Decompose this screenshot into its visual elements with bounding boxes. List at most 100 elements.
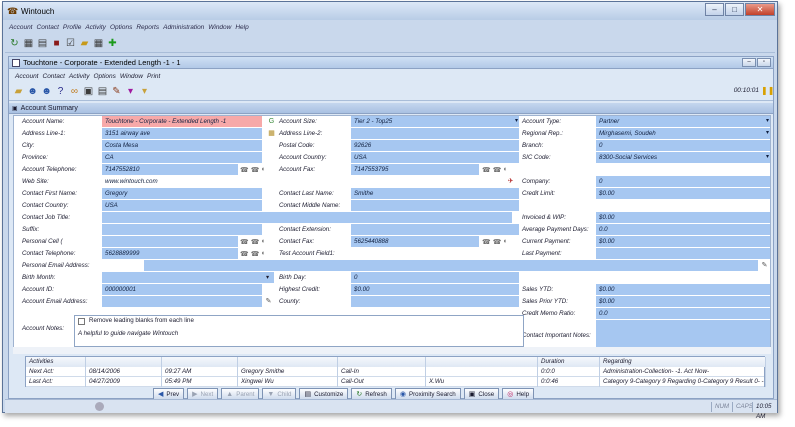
menu-account[interactable]: Account (15, 73, 39, 80)
account-notes-field[interactable]: Remove leading blanks from each line A h… (74, 315, 524, 347)
personal-email-field[interactable] (144, 260, 758, 271)
folder-icon[interactable]: ▰ (79, 38, 90, 49)
close-window-button[interactable]: ✕ (745, 3, 775, 16)
chevron-down-icon[interactable]: ▾ (766, 128, 769, 139)
phone-dial-icon[interactable]: ☎ (493, 238, 502, 246)
chevron-down-icon[interactable]: ▾ (515, 116, 518, 127)
title-bar[interactable]: ☎ Wintouch – □ ✕ (3, 2, 777, 20)
account-size-select[interactable]: Tier 2 - Top25 ▾ (351, 116, 519, 127)
branch-field[interactable]: 0 (596, 140, 770, 151)
table-icon[interactable]: ▦ (93, 38, 104, 49)
phone-icon[interactable]: ☎ (482, 166, 491, 174)
contact-telephone-field[interactable]: 5628889999 (102, 248, 238, 259)
email-icon[interactable]: ✎ (760, 261, 769, 270)
address-line1-field[interactable]: 3151 airway ave (102, 128, 262, 139)
add-icon[interactable]: ✚ (107, 38, 118, 49)
account-telephone-field[interactable]: 7147552810 (102, 164, 238, 175)
phone-icon[interactable]: ☎ (482, 238, 491, 246)
minimize-button[interactable]: – (705, 3, 724, 16)
phone-icon[interactable]: ☎ (240, 166, 249, 174)
phone-dial-icon[interactable]: ☎ (493, 166, 502, 174)
address-line2-field[interactable] (351, 128, 519, 139)
province-field[interactable]: CA (102, 152, 262, 163)
link-icon[interactable]: ∞ (69, 86, 80, 97)
speaker-icon[interactable]: ◐ (261, 238, 265, 245)
person-add-icon[interactable]: ☻ (41, 86, 52, 97)
last-payment-field[interactable] (596, 248, 770, 259)
contact-middle-name-field[interactable] (351, 200, 519, 211)
flag-icon[interactable]: ✈ (506, 177, 515, 186)
birth-day-field[interactable]: 0 (351, 272, 519, 283)
book-icon[interactable]: ■ (51, 38, 62, 49)
city-field[interactable]: Costa Mesa (102, 140, 262, 151)
menu-profile[interactable]: Profile (63, 24, 81, 31)
column-header[interactable]: Regarding (600, 357, 766, 367)
menu-reports[interactable]: Reports (136, 24, 159, 31)
menu-contact[interactable]: Contact (43, 73, 65, 80)
postal-code-field[interactable]: 92626 (351, 140, 519, 151)
account-summary-header[interactable]: ▣ Account Summary (9, 103, 773, 114)
account-notes-text[interactable]: A helpful to guide navigate Wintouch (78, 330, 178, 337)
column-header[interactable] (86, 357, 162, 367)
refresh-tool-icon[interactable]: ↻ (9, 38, 20, 49)
column-header[interactable]: Duration (538, 357, 600, 367)
account-id-field[interactable]: 000000001 (102, 284, 262, 295)
maximize-button[interactable]: □ (725, 3, 744, 16)
suffix-field[interactable] (102, 224, 262, 235)
sales-prior-ytd-field[interactable]: $0.00 (596, 296, 770, 307)
contact-job-title-field[interactable] (102, 212, 512, 223)
folder-dropdown-icon[interactable]: ▾ (139, 86, 150, 97)
column-header[interactable]: Activities (26, 357, 86, 367)
contact-extension-field[interactable] (351, 224, 519, 235)
account-fax-field[interactable]: 7147553795 (351, 164, 479, 175)
document-tool-icon[interactable]: ▤ (97, 86, 108, 97)
account-type-select[interactable]: Partner ▾ (596, 116, 770, 127)
contact-first-name-field[interactable]: Gregory (102, 188, 262, 199)
table-row[interactable]: Next Act: 08/14/2006 09:27 AM Gregory Sm… (26, 367, 766, 377)
menu-options[interactable]: Options (94, 73, 116, 80)
list-icon[interactable]: ▤ (37, 38, 48, 49)
chevron-down-icon[interactable]: ▾ (766, 116, 769, 127)
average-payment-days-field[interactable]: 0.0 (596, 224, 770, 235)
phone-dial-icon[interactable]: ☎ (251, 250, 260, 258)
open-folder-icon[interactable]: ▰ (13, 86, 24, 97)
account-window-title-bar[interactable]: Touchtone - Corporate - Extended Length … (9, 57, 773, 69)
menu-administration[interactable]: Administration (163, 24, 204, 31)
account-email-field[interactable] (102, 296, 262, 307)
menu-print[interactable]: Print (147, 73, 160, 80)
child-restore-button[interactable]: ▫ (757, 58, 771, 67)
grid-icon[interactable]: ▦ (23, 38, 34, 49)
speaker-icon[interactable]: ◐ (503, 166, 507, 173)
contact-important-notes-field[interactable] (596, 320, 770, 348)
map-icon[interactable]: ▦ (267, 129, 276, 138)
speaker-icon[interactable]: ◐ (503, 238, 507, 245)
company-field[interactable]: 0 (596, 176, 770, 187)
test-account-field1[interactable] (351, 248, 519, 259)
sic-code-select[interactable]: 8300-Social Services ▾ (596, 152, 770, 163)
account-name-field[interactable]: Touchtone - Corporate - Extended Length … (102, 116, 262, 127)
invoiced-wip-field[interactable]: $0.00 (596, 212, 770, 223)
column-header[interactable] (162, 357, 238, 367)
calendar-icon[interactable]: ▣ (83, 86, 94, 97)
credit-memo-ratio-field[interactable]: 0.0 (596, 308, 770, 319)
person-icon[interactable]: ☻ (27, 86, 38, 97)
personal-cell-field[interactable] (102, 236, 238, 247)
collapse-icon[interactable]: ▣ (12, 105, 18, 112)
menu-activity[interactable]: Activity (85, 24, 106, 31)
county-field[interactable] (351, 296, 519, 307)
help-circle-icon[interactable]: ? (55, 86, 66, 97)
birth-month-select[interactable] (102, 272, 274, 283)
current-payment-field[interactable]: $0.00 (596, 236, 770, 247)
menu-account[interactable]: Account (9, 24, 33, 31)
phone-dial-icon[interactable]: ☎ (251, 166, 260, 174)
contact-fax-field[interactable]: 5625440888 (351, 236, 479, 247)
horizontal-scrollbar[interactable] (13, 347, 771, 354)
web-site-field[interactable]: www.wintouch.com (102, 176, 262, 187)
contact-last-name-field[interactable]: Smithe (351, 188, 519, 199)
menu-contact[interactable]: Contact (37, 24, 59, 31)
child-minimize-button[interactable]: – (742, 58, 756, 67)
menu-window[interactable]: Window (208, 24, 231, 31)
chevron-down-icon[interactable]: ▾ (266, 272, 269, 283)
account-country-field[interactable]: USA (351, 152, 519, 163)
sales-ytd-field[interactable]: $0.00 (596, 284, 770, 295)
